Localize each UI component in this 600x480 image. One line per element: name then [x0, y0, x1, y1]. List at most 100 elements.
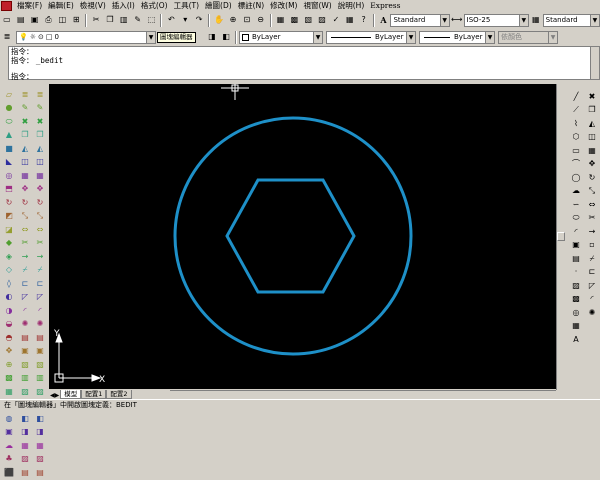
intersect-icon[interactable]: ◊ [4, 278, 15, 289]
erase-icon[interactable]: ✖ [35, 116, 46, 127]
help-icon[interactable]: ? [358, 14, 370, 26]
plot-icon[interactable]: ⎙ [43, 14, 55, 26]
zoom-realtime-icon[interactable]: ⊕ [227, 14, 239, 26]
markup-icon[interactable]: ✓ [330, 14, 342, 26]
revolve-icon[interactable]: ↻ [4, 197, 15, 208]
extend-icon[interactable]: → [35, 251, 46, 262]
circle-icon[interactable]: ◯ [571, 172, 582, 183]
hatch-icon[interactable]: ▨ [20, 454, 31, 465]
break-point-icon[interactable]: ▫ [587, 240, 598, 251]
paste-icon[interactable]: ▥ [118, 14, 130, 26]
xref-icon[interactable]: ▨ [35, 386, 46, 397]
make-block-icon[interactable]: ▤ [571, 253, 582, 264]
attribute-icon[interactable]: ▥ [20, 373, 31, 384]
field-icon[interactable]: ◨ [20, 427, 31, 438]
scale-icon[interactable]: ⤡ [20, 211, 31, 222]
color-select[interactable]: ByLayer ▼ [239, 30, 323, 44]
block-editor-icon[interactable]: ⬚ [146, 14, 158, 26]
torus-icon[interactable]: ◎ [4, 170, 15, 181]
command-scrollbar[interactable] [590, 47, 599, 79]
rectangle-icon[interactable]: ▭ [571, 145, 582, 156]
insert-icon[interactable]: ▧ [20, 359, 31, 370]
dim-style-icon[interactable]: ⟷ [451, 14, 463, 26]
undo-dropdown-icon[interactable]: ▾ [179, 14, 191, 26]
fog-icon[interactable]: ☁ [4, 440, 15, 451]
hatch-icon[interactable]: ▨ [35, 454, 46, 465]
rotate-icon[interactable]: ↻ [20, 197, 31, 208]
chamfer-icon[interactable]: ◸ [35, 292, 46, 303]
layer-manager-icon[interactable]: ≣ [1, 31, 13, 43]
array-mod-icon[interactable]: ▦ [587, 145, 598, 156]
chevron-down-icon[interactable]: ▼ [406, 31, 415, 43]
zoom-window-icon[interactable]: ⊡ [241, 14, 253, 26]
offset-icon[interactable]: ◫ [20, 157, 31, 168]
sheet-set-icon[interactable]: ▨ [316, 14, 328, 26]
save-icon[interactable]: ▣ [29, 14, 41, 26]
join-icon[interactable]: ⊏ [20, 278, 31, 289]
mtext-icon[interactable]: A [571, 334, 582, 345]
landscape-icon[interactable]: ♣ [4, 454, 15, 465]
insert-icon[interactable]: ▧ [35, 359, 46, 370]
slice-icon[interactable]: ◩ [4, 211, 15, 222]
stretch-icon[interactable]: ⇔ [35, 224, 46, 235]
copy-icon[interactable]: ❐ [104, 14, 116, 26]
camera-icon[interactable]: ▦ [4, 386, 15, 397]
array-icon[interactable]: ▦ [35, 170, 46, 181]
trim-mod-icon[interactable]: ✂ [587, 213, 598, 224]
gradient-draw-icon[interactable]: ▩ [571, 294, 582, 305]
drawing-canvas[interactable]: Y X [49, 84, 556, 390]
interfere-icon[interactable]: ◆ [4, 238, 15, 249]
move-mod-icon[interactable]: ✥ [587, 159, 598, 170]
fillet-icon[interactable]: ◜ [35, 305, 46, 316]
join-mod-icon[interactable]: ⊏ [587, 267, 598, 278]
array-icon[interactable]: ▦ [20, 170, 31, 181]
layer-icon[interactable]: ≣ [35, 89, 46, 100]
table-icon[interactable]: ▦ [20, 440, 31, 451]
cylinder-icon[interactable]: ⬭ [4, 116, 15, 127]
text-style-icon[interactable]: A [378, 14, 390, 26]
outer-circle[interactable] [173, 116, 413, 356]
tab-layout1[interactable]: 配置1 [81, 390, 107, 399]
stretch-icon[interactable]: ⇔ [20, 224, 31, 235]
xref-icon[interactable]: ▨ [20, 386, 31, 397]
match-icon[interactable]: ✎ [20, 103, 31, 114]
lineweight-select[interactable]: ByLayer ▼ [419, 30, 495, 44]
cone-icon[interactable]: ▲ [4, 130, 15, 141]
break-icon[interactable]: ⌿ [20, 265, 31, 276]
copy-icon[interactable]: ❐ [20, 130, 31, 141]
arc-icon[interactable]: ⌒ [571, 159, 582, 170]
trim-icon[interactable]: ✂ [20, 238, 31, 249]
field-icon[interactable]: ◨ [35, 427, 46, 438]
cut-icon[interactable]: ✂ [90, 14, 102, 26]
union-icon[interactable]: ◈ [4, 251, 15, 262]
command-input-line[interactable]: 指令： [9, 72, 599, 81]
mirror-icon[interactable]: ◭ [35, 143, 46, 154]
erase-mod-icon[interactable]: ✖ [587, 91, 598, 102]
rotate-mod-icon[interactable]: ↻ [587, 172, 598, 183]
explode-mod-icon[interactable]: ✺ [587, 307, 598, 318]
layer-previous-icon[interactable]: ◧ [220, 31, 232, 43]
layer-select[interactable]: 💡 ☼ ⊙ □ 0 ▼ [16, 30, 156, 44]
chevron-down-icon[interactable]: ▼ [518, 14, 528, 26]
rotate-icon[interactable]: ↻ [35, 197, 46, 208]
linetype-select[interactable]: ByLayer ▼ [326, 30, 416, 44]
block-icon[interactable]: ▣ [20, 346, 31, 357]
xline-icon[interactable]: ⟋ [571, 105, 582, 116]
table-style-select[interactable]: Standard ▼ [542, 13, 600, 27]
pline-icon[interactable]: ⌇ [571, 118, 582, 129]
scene-icon[interactable]: ▣ [4, 427, 15, 438]
move-icon[interactable]: ✥ [20, 184, 31, 195]
new-icon[interactable]: ▭ [1, 14, 13, 26]
mirror-mod-icon[interactable]: ◭ [587, 118, 598, 129]
pan-realtime-icon[interactable]: ✋ [213, 14, 225, 26]
view-icon[interactable]: ▩ [4, 373, 15, 384]
block-icon[interactable]: ▣ [35, 346, 46, 357]
wedge-icon[interactable]: ◣ [4, 157, 15, 168]
hexagon[interactable] [225, 178, 356, 294]
chevron-down-icon[interactable]: ▼ [439, 14, 449, 26]
preview-icon[interactable]: ◫ [56, 14, 68, 26]
vertical-scroll-thumb[interactable] [557, 232, 565, 241]
fillet-icon[interactable]: ◜ [20, 305, 31, 316]
plane-icon[interactable]: ▱ [4, 89, 15, 100]
offset-icon[interactable]: ◫ [35, 157, 46, 168]
